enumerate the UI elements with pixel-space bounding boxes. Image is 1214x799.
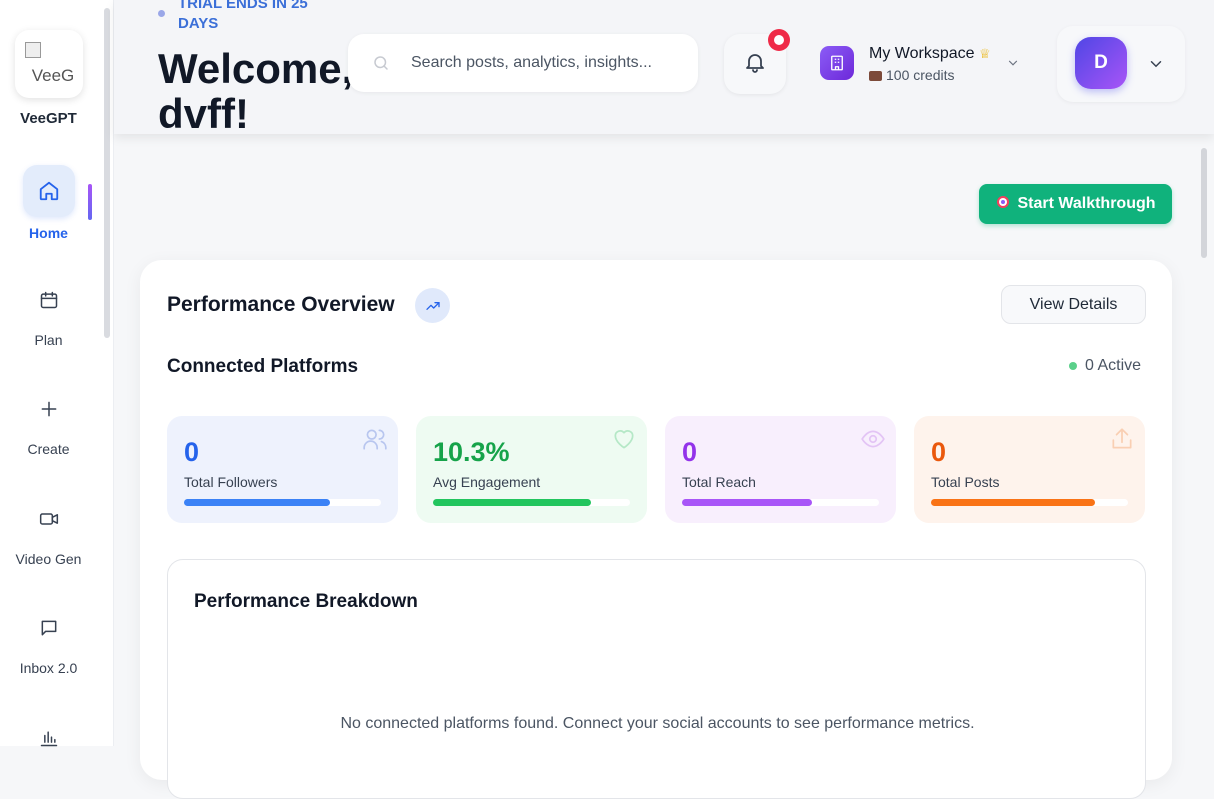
bell-icon — [743, 49, 767, 80]
target-icon — [995, 194, 1011, 215]
nav-item-home[interactable]: Home — [0, 165, 97, 241]
empty-state-message: No connected platforms found. Connect yo… — [340, 715, 975, 732]
heart-icon — [611, 426, 637, 452]
stat-progress-fill — [682, 499, 813, 506]
calendar-icon — [23, 274, 75, 326]
performance-breakdown-panel: Performance Breakdown No connected platf… — [167, 559, 1146, 799]
stat-progress-bar — [433, 499, 630, 506]
stat-label: Total Reach — [682, 474, 756, 490]
stat-label: Total Posts — [931, 474, 1000, 490]
performance-breakdown-title: Performance Breakdown — [194, 591, 418, 612]
stat-label: Avg Engagement — [433, 474, 541, 490]
stat-card-followers[interactable]: 0 Total Followers — [167, 416, 398, 523]
nav-label-create: Create — [27, 441, 70, 457]
nav-item-analytics[interactable] — [0, 712, 97, 764]
profile-menu[interactable]: D — [1057, 26, 1185, 102]
stat-card-engagement[interactable]: 10.3% Avg Engagement — [416, 416, 647, 523]
stat-progress-bar — [682, 499, 879, 506]
performance-overview-card: Performance Overview View Details Connec… — [140, 260, 1172, 799]
start-walkthrough-button[interactable]: Start Walkthrough — [979, 184, 1172, 224]
share-icon — [1109, 426, 1135, 452]
workspace-switcher[interactable]: My Workspace ♕ 100 credits — [820, 44, 1030, 84]
view-details-button[interactable]: View Details — [1001, 285, 1146, 324]
brand-name: VeeGPT — [20, 110, 77, 127]
active-platforms-indicator: 0 Active — [1069, 357, 1141, 375]
nav-item-create[interactable]: Create — [0, 383, 97, 457]
broken-image-icon — [25, 42, 41, 58]
stat-value: 10.3% — [433, 437, 510, 467]
workspace-name: My Workspace ♕ — [869, 45, 991, 62]
connected-platforms-title: Connected Platforms — [167, 356, 359, 377]
plus-icon — [23, 383, 75, 435]
stat-value: 0 — [184, 437, 200, 467]
search-input[interactable]: Search posts, analytics, insights... — [411, 54, 652, 72]
chat-icon — [23, 602, 75, 654]
workspace-credits: 100 credits — [869, 67, 954, 83]
stat-card-reach[interactable]: 0 Total Reach — [665, 416, 896, 523]
notifications-button[interactable] — [724, 29, 790, 94]
eye-icon — [860, 426, 886, 452]
search-bar[interactable]: Search posts, analytics, insights... — [348, 34, 698, 92]
stat-value: 0 — [682, 437, 698, 467]
brand-logo[interactable]: VeeG — [15, 30, 83, 98]
chevron-down-icon — [1006, 56, 1020, 75]
stat-label: Total Followers — [184, 474, 278, 490]
nav-label-video-gen: Video Gen — [15, 551, 82, 567]
crown-icon: ♕ — [978, 46, 991, 61]
bar-chart-icon — [23, 712, 75, 764]
notification-badge — [768, 29, 790, 51]
active-count: 0 Active — [1085, 357, 1142, 374]
stat-value: 0 — [931, 437, 947, 467]
trial-dot — [158, 10, 165, 17]
stat-card-posts[interactable]: 0 Total Posts — [914, 416, 1145, 523]
building-icon — [820, 46, 854, 80]
search-icon — [372, 54, 390, 77]
stat-progress-bar — [184, 499, 381, 506]
performance-overview-title: Performance Overview — [167, 293, 395, 316]
nav-label-plan: Plan — [34, 332, 63, 348]
video-icon — [23, 493, 75, 545]
sidebar-scrollbar[interactable] — [104, 8, 110, 338]
stat-progress-fill — [931, 499, 1095, 506]
stat-progress-fill — [184, 499, 330, 506]
nav-item-plan[interactable]: Plan — [0, 274, 97, 348]
trending-up-icon — [415, 288, 450, 323]
welcome-heading: Welcome, dvff! — [158, 45, 354, 137]
nav-label-inbox: Inbox 2.0 — [19, 660, 78, 676]
main-scrollbar[interactable] — [1201, 148, 1207, 258]
avatar[interactable]: D — [1075, 37, 1127, 89]
users-icon — [362, 426, 388, 452]
stat-progress-fill — [433, 499, 591, 506]
stat-progress-bar — [931, 499, 1128, 506]
nav-label-home: Home — [29, 225, 68, 241]
nav-item-inbox[interactable]: Inbox 2.0 — [0, 602, 97, 676]
logo-alt-text: VeeG — [31, 66, 75, 85]
nav-item-video-gen[interactable]: Video Gen — [0, 493, 97, 567]
chevron-down-icon — [1147, 55, 1165, 78]
walkthrough-label: Start Walkthrough — [1017, 195, 1156, 212]
active-nav-indicator — [88, 184, 92, 220]
trial-banner: TRIAL ENDS IN 25 DAYS — [178, 0, 308, 32]
home-icon — [22, 165, 75, 217]
sidebar: VeeG VeeGPT Home Plan Create Video Gen I… — [0, 0, 114, 747]
status-dot — [1069, 362, 1077, 370]
briefcase-icon — [869, 71, 882, 81]
